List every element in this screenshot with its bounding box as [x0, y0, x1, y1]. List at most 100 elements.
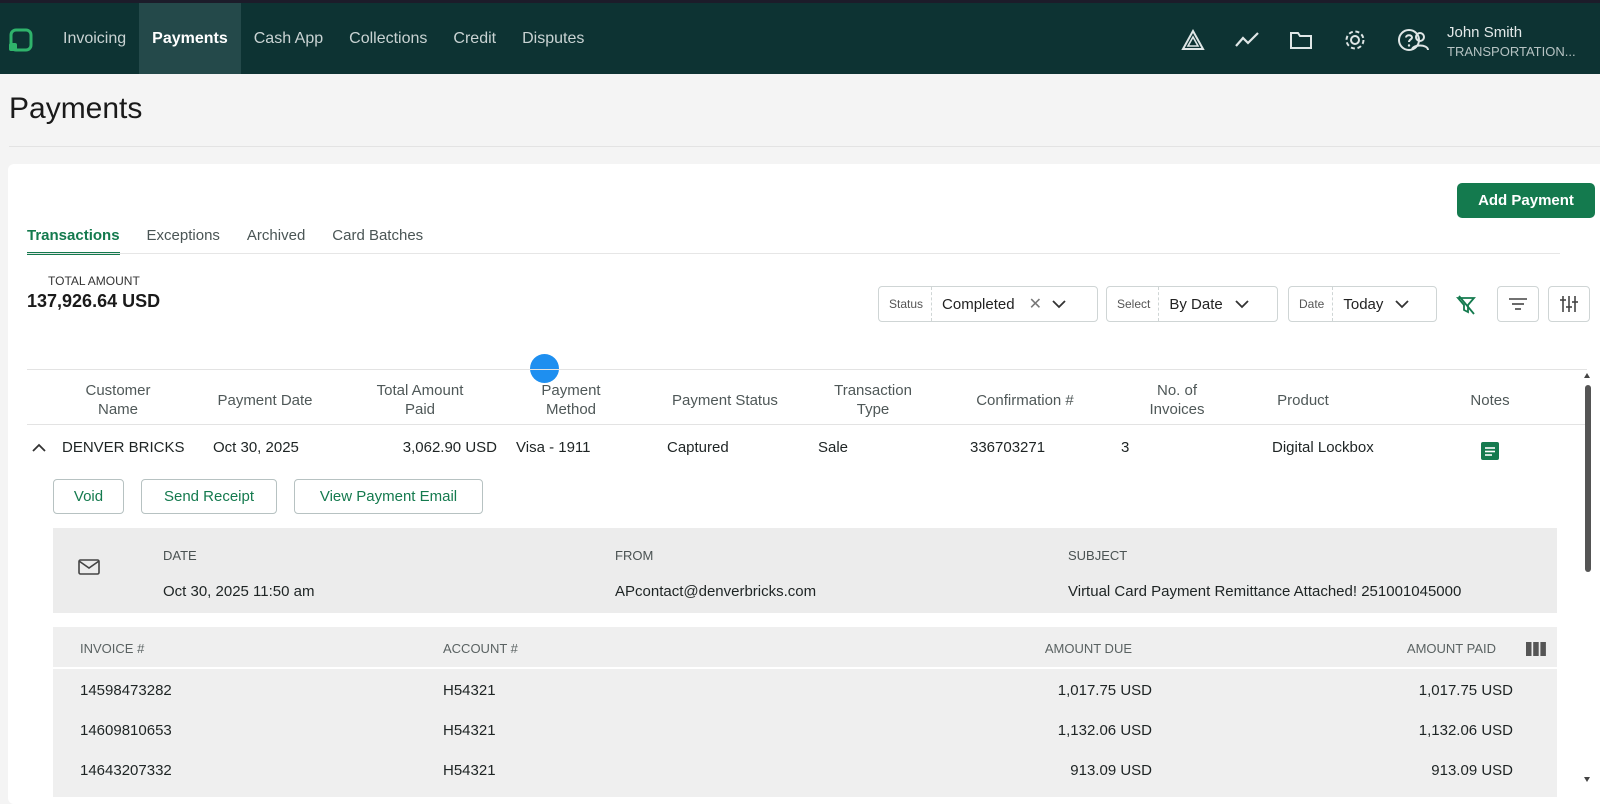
email-subject: Virtual Card Payment Remittance Attached… — [1068, 583, 1462, 600]
trend-line-icon[interactable] — [1232, 27, 1262, 53]
tab-card-batches[interactable]: Card Batches — [332, 224, 423, 255]
chevron-up-icon[interactable] — [32, 443, 46, 453]
scrollbar-thumb[interactable] — [1585, 385, 1591, 572]
top-icon-group — [1178, 27, 1424, 53]
user-icon[interactable] — [1408, 29, 1432, 53]
columns-icon[interactable] — [1525, 641, 1547, 657]
folder-icon[interactable] — [1286, 27, 1316, 53]
status-filter[interactable]: Status Completed ✕ — [878, 286, 1098, 322]
col-type-line2: Type — [856, 401, 890, 418]
top-nav-bar: Invoicing Payments Cash App Collections … — [0, 0, 1600, 74]
col-notes[interactable]: Notes — [1455, 391, 1525, 410]
email-from-label: FROM — [615, 548, 654, 563]
col-payment-date[interactable]: Payment Date — [205, 391, 325, 410]
col-total-line2: Paid — [404, 401, 436, 418]
invoice-row-1-invoice[interactable]: 14598473282 — [80, 682, 172, 699]
invoice-col-invoice[interactable]: INVOICE # — [80, 641, 144, 656]
col-invoices-line1: No. of — [1156, 382, 1198, 399]
date-filter-value: Today — [1343, 295, 1384, 313]
chevron-down-icon[interactable] — [1231, 299, 1261, 309]
view-payment-email-button[interactable]: View Payment Email — [294, 479, 483, 514]
filter-button[interactable] — [1497, 286, 1539, 322]
filter-icon — [1509, 298, 1527, 310]
user-name[interactable]: John Smith — [1447, 24, 1522, 41]
app-logo-icon[interactable] — [8, 27, 34, 53]
invoice-row-2-account: H54321 — [443, 722, 496, 739]
tab-exceptions[interactable]: Exceptions — [147, 224, 220, 255]
col-customer-line1: Customer — [85, 382, 151, 399]
col-payment-method[interactable]: Payment Method — [521, 381, 621, 419]
payment-email-panel — [53, 528, 1557, 613]
divider — [27, 424, 1587, 425]
row-payment-date: Oct 30, 2025 — [213, 439, 299, 456]
invoice-col-amount-paid[interactable]: AMOUNT PAID — [1340, 641, 1496, 656]
chevron-down-icon[interactable] — [1048, 299, 1078, 309]
col-method-line2: Method — [545, 401, 597, 418]
col-number-of-invoices[interactable]: No. of Invoices — [1127, 381, 1227, 419]
send-receipt-button[interactable]: Send Receipt — [141, 479, 277, 514]
row-customer-name[interactable]: DENVER BRICKS — [62, 439, 185, 456]
tab-transactions[interactable]: Transactions — [27, 224, 120, 255]
status-filter-value: Completed — [942, 295, 1015, 313]
col-method-line1: Payment — [541, 382, 601, 399]
col-total-amount[interactable]: Total Amount Paid — [360, 381, 480, 419]
void-button[interactable]: Void — [53, 479, 124, 514]
nav-cash-app[interactable]: Cash App — [241, 3, 336, 74]
page-title: Payments — [9, 92, 143, 125]
select-filter[interactable]: Select By Date — [1106, 286, 1278, 322]
invoice-row-2-invoice[interactable]: 14609810653 — [80, 722, 172, 739]
invoice-row-2-paid: 1,132.06 USD — [1418, 722, 1513, 739]
filter-clear-icon[interactable] — [1455, 294, 1477, 316]
invoice-col-amount-due[interactable]: AMOUNT DUE — [980, 641, 1132, 656]
invoice-row-3-due: 913.09 USD — [1070, 762, 1152, 779]
nav-invoicing[interactable]: Invoicing — [50, 3, 139, 74]
email-date: Oct 30, 2025 11:50 am — [163, 583, 315, 600]
gear-icon[interactable] — [1340, 27, 1370, 53]
col-transaction-type[interactable]: Transaction Type — [818, 381, 928, 419]
row-total-amount: 3,062.90 USD — [402, 439, 497, 456]
col-type-line1: Transaction — [834, 382, 912, 399]
close-icon[interactable]: ✕ — [1023, 294, 1048, 314]
row-confirmation-number[interactable]: 336703271 — [970, 439, 1045, 456]
notes-icon[interactable] — [1480, 441, 1500, 461]
column-settings-icon — [1560, 296, 1578, 312]
select-filter-value: By Date — [1169, 295, 1223, 313]
tab-archived[interactable]: Archived — [247, 224, 305, 255]
invoice-row-3-account: H54321 — [443, 762, 496, 779]
status-filter-label: Status — [879, 287, 933, 321]
date-filter-label: Date — [1289, 287, 1334, 321]
invoice-col-account[interactable]: ACCOUNT # — [443, 641, 518, 656]
email-subject-label: SUBJECT — [1068, 548, 1128, 563]
divider — [53, 667, 1557, 669]
user-org[interactable]: TRANSPORTATION... — [1447, 44, 1576, 59]
add-payment-button[interactable]: Add Payment — [1457, 183, 1595, 218]
invoice-row-2-due: 1,132.06 USD — [1057, 722, 1152, 739]
row-product: Digital Lockbox — [1272, 439, 1374, 456]
column-settings-button[interactable] — [1548, 286, 1590, 322]
invoice-row-1-account: H54321 — [443, 682, 496, 699]
invoice-row-1-due: 1,017.75 USD — [1057, 682, 1152, 699]
invoice-row-1-paid: 1,017.75 USD — [1418, 682, 1513, 699]
invoice-table — [53, 627, 1557, 797]
nav-disputes[interactable]: Disputes — [509, 3, 597, 74]
col-customer-line2: Name — [97, 401, 138, 418]
col-confirmation[interactable]: Confirmation # — [960, 391, 1090, 410]
nav-payments[interactable]: Payments — [139, 3, 241, 74]
divider — [9, 146, 1600, 147]
col-payment-status[interactable]: Payment Status — [660, 391, 790, 410]
tab-bar: Transactions Exceptions Archived Card Ba… — [27, 224, 423, 255]
col-customer-name[interactable]: Customer Name — [68, 381, 168, 419]
row-payment-method: Visa - 1911 — [516, 439, 591, 456]
date-filter[interactable]: Date Today — [1288, 286, 1437, 322]
email-date-label: DATE — [163, 548, 197, 563]
chevron-down-icon[interactable] — [1391, 299, 1421, 309]
mail-icon — [78, 559, 100, 575]
total-amount-value: 137,926.64 USD — [27, 291, 161, 311]
invoice-row-3-invoice[interactable]: 14643207332 — [80, 762, 172, 779]
col-product[interactable]: Product — [1258, 391, 1348, 410]
col-invoices-line2: Invoices — [1149, 401, 1205, 418]
nav-credit[interactable]: Credit — [440, 3, 509, 74]
total-amount-label: TOTAL AMOUNT — [48, 274, 140, 288]
nav-collections[interactable]: Collections — [336, 3, 440, 74]
alert-triangle-icon[interactable] — [1178, 27, 1208, 53]
